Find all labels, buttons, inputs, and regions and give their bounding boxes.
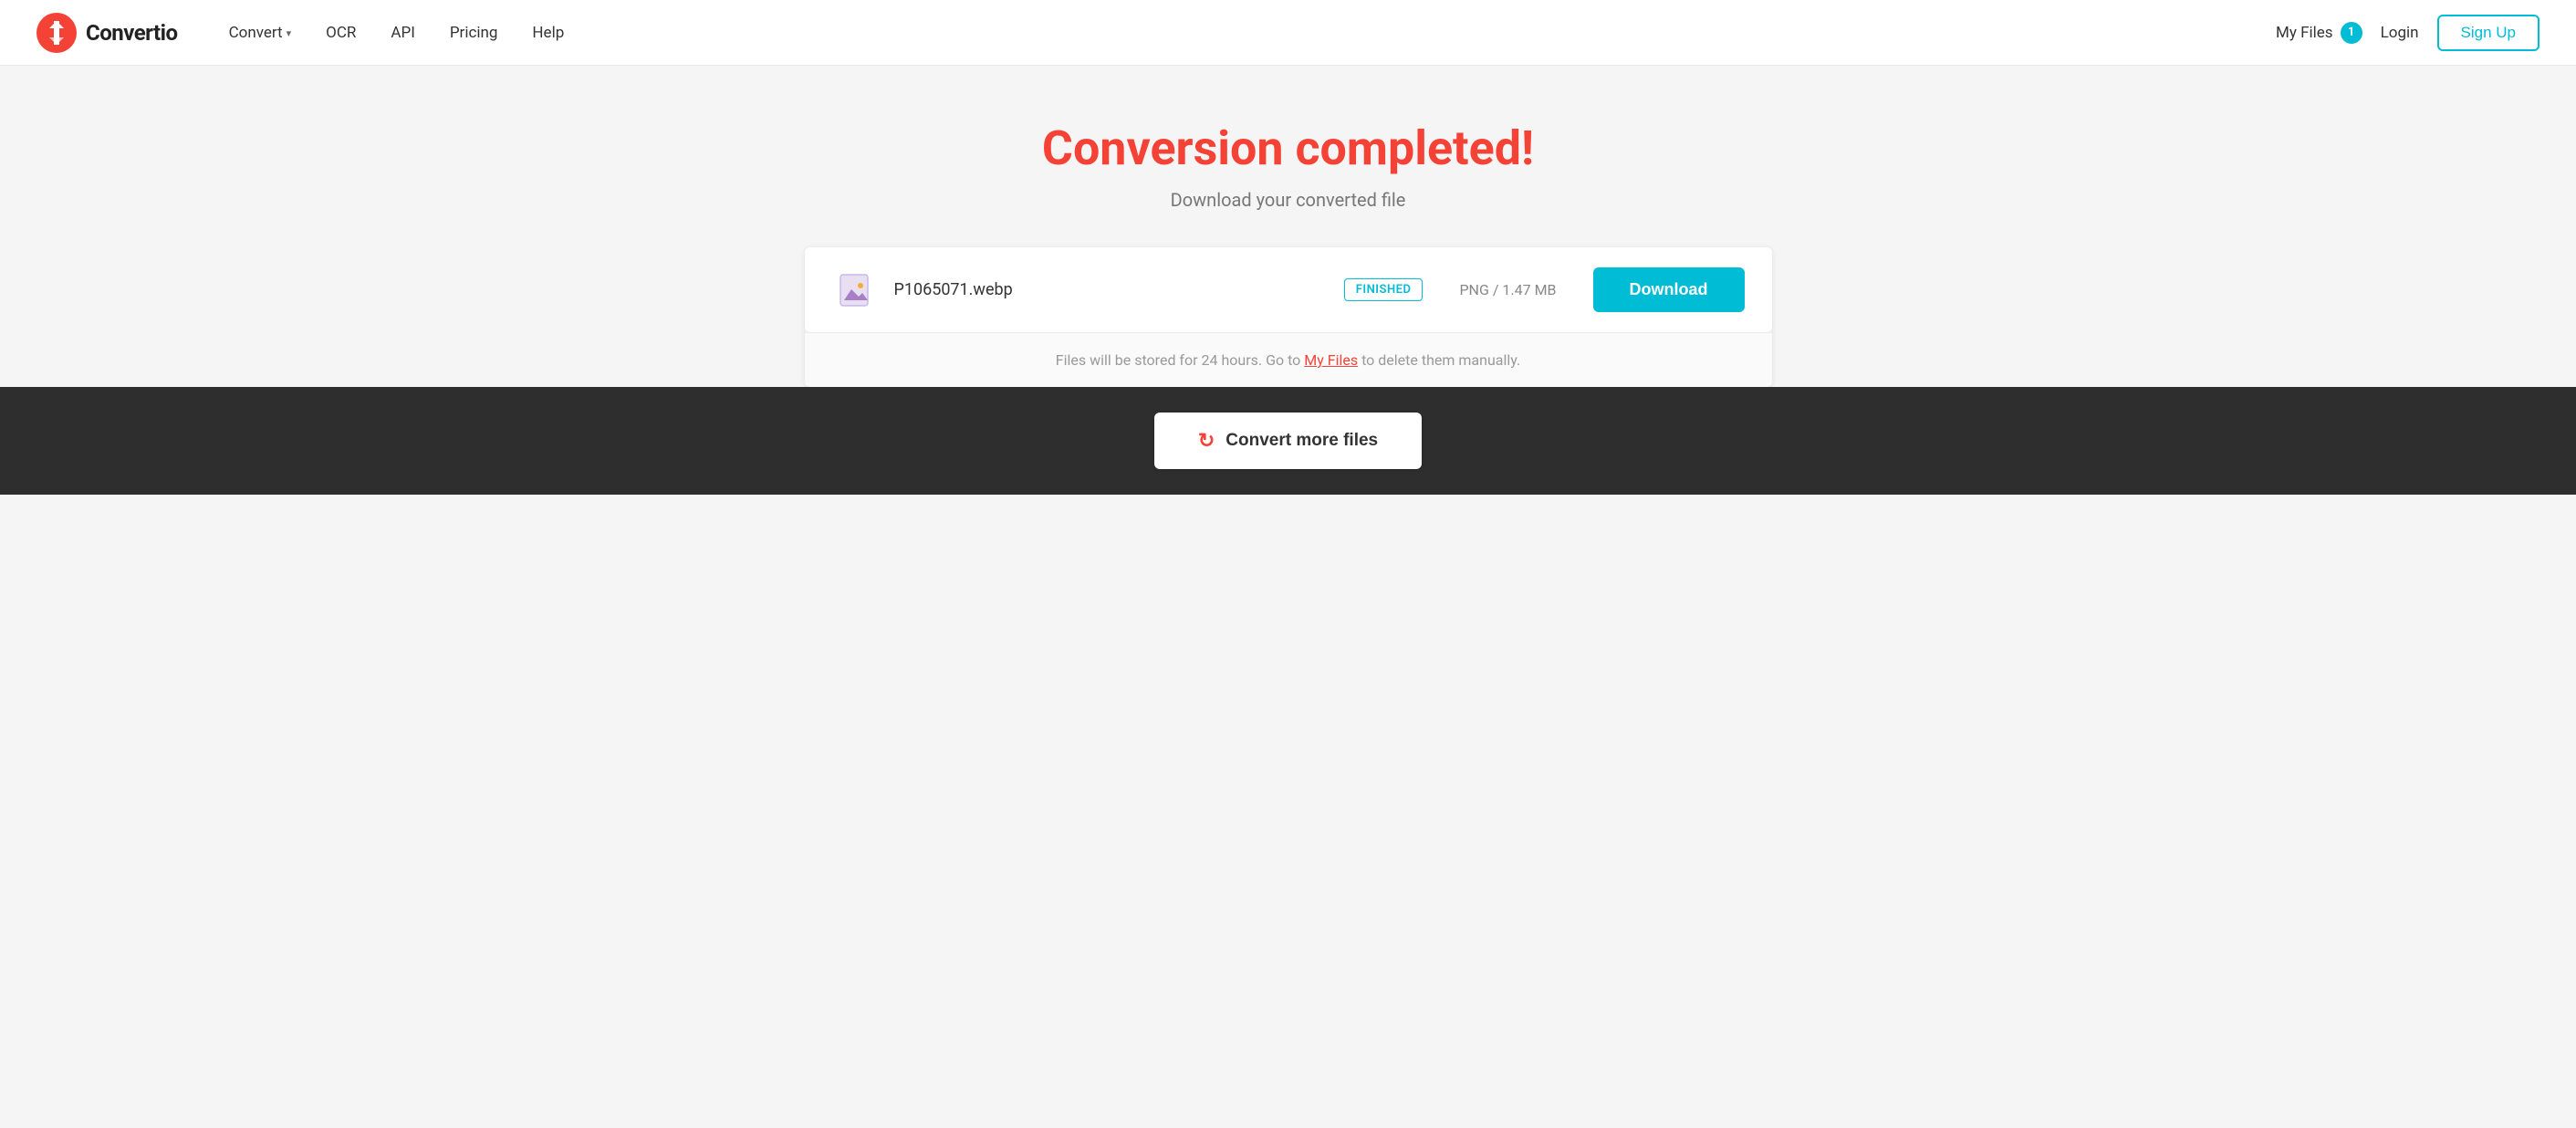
my-files-badge: 1 [2341, 22, 2362, 44]
nav-convert[interactable]: Convert ▾ [214, 16, 307, 49]
convert-more-button[interactable]: ↻ Convert more files [1154, 413, 1422, 469]
signup-button[interactable]: Sign Up [2437, 15, 2539, 51]
my-files-link[interactable]: My Files 1 [2276, 22, 2362, 44]
file-type-icon [837, 273, 871, 308]
file-size-info: PNG / 1.47 MB [1459, 281, 1556, 298]
status-badge: FINISHED [1344, 278, 1424, 301]
file-section: P1065071.webp FINISHED PNG / 1.47 MB Dow… [805, 247, 1772, 387]
completion-title: Conversion completed! [805, 120, 1772, 176]
chevron-down-icon: ▾ [287, 27, 292, 39]
refresh-icon: ↻ [1198, 429, 1215, 453]
navbar: Convertio Convert ▾ OCR API Pricing Help… [0, 0, 2576, 66]
file-card: P1065071.webp FINISHED PNG / 1.47 MB Dow… [805, 247, 1772, 332]
nav-pricing[interactable]: Pricing [435, 16, 513, 49]
dark-bar: ↻ Convert more files [0, 387, 2576, 495]
brand-logo-link[interactable]: Convertio [37, 13, 178, 53]
main-content: Conversion completed! Download your conv… [787, 66, 1790, 387]
nav-right: My Files 1 Login Sign Up [2276, 15, 2539, 51]
completion-subtitle: Download your converted file [805, 189, 1772, 211]
download-button[interactable]: Download [1593, 267, 1745, 312]
file-icon-wrap [832, 268, 876, 312]
nav-links: Convert ▾ OCR API Pricing Help [214, 16, 2276, 49]
my-files-note-link[interactable]: My Files [1304, 351, 1358, 369]
brand-logo-icon [37, 13, 77, 53]
nav-api[interactable]: API [376, 16, 429, 49]
login-link[interactable]: Login [2381, 24, 2419, 42]
nav-ocr[interactable]: OCR [311, 16, 370, 49]
nav-help[interactable]: Help [517, 16, 579, 49]
file-name: P1065071.webp [894, 280, 1326, 299]
storage-note: Files will be stored for 24 hours. Go to… [805, 332, 1772, 387]
brand-name: Convertio [86, 20, 178, 46]
